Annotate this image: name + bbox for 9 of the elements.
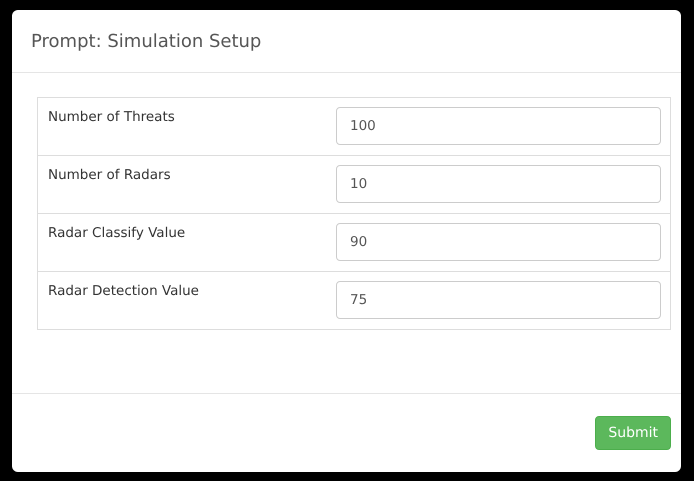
input-field[interactable]: 75 (336, 281, 661, 319)
dialog-title: Prompt: Simulation Setup (31, 30, 262, 52)
field-label: Radar Classify Value (47, 224, 186, 243)
input-field[interactable]: 10 (336, 165, 661, 203)
field-label: Radar Detection Value (47, 282, 200, 301)
field-label: Number of Radars (47, 166, 172, 185)
input-field[interactable]: 100 (336, 107, 661, 145)
field-label: Number of Threats (47, 108, 176, 127)
input-field[interactable]: 90 (336, 223, 661, 261)
